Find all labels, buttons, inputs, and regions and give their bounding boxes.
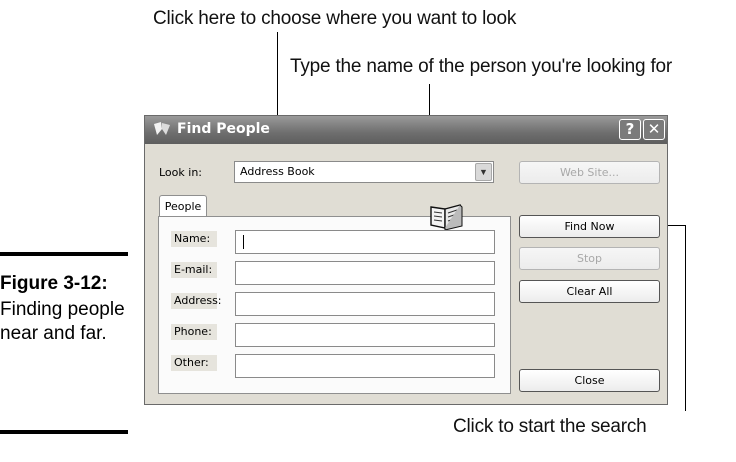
- title-bar[interactable]: Find People ? ✕: [145, 116, 667, 144]
- help-button[interactable]: ?: [619, 119, 641, 140]
- figure-number: Figure 3-12:: [0, 273, 108, 294]
- annotation-start-search: Click to start the search: [453, 416, 647, 437]
- close-button[interactable]: Close: [519, 369, 660, 392]
- dialog-title: Find People: [177, 121, 270, 137]
- stop-button[interactable]: Stop: [519, 247, 660, 270]
- look-in-label: Look in:: [159, 166, 202, 179]
- figure-rule-bottom: [0, 430, 128, 434]
- annotation-choose-where: Click here to choose where you want to l…: [153, 8, 517, 29]
- other-field[interactable]: [235, 354, 495, 378]
- open-book-icon[interactable]: [429, 202, 463, 230]
- chevron-down-icon[interactable]: ▼: [475, 163, 492, 181]
- name-label: Name:: [171, 231, 217, 247]
- address-label: Address:: [171, 293, 222, 309]
- email-label: E-mail:: [171, 262, 217, 278]
- annotation-type-name: Type the name of the person you're looki…: [290, 56, 673, 77]
- other-label: Other:: [171, 355, 217, 371]
- phone-label: Phone:: [171, 324, 217, 340]
- text-caret: [243, 235, 244, 249]
- find-people-dialog: Find People ? ✕ Look in: Address Book ▼ …: [144, 115, 668, 405]
- figure-rule-top: [0, 252, 128, 256]
- close-window-button[interactable]: ✕: [643, 119, 665, 140]
- look-in-value: Address Book: [240, 165, 315, 178]
- web-site-button[interactable]: Web Site...: [519, 161, 660, 184]
- look-in-dropdown[interactable]: Address Book ▼: [234, 161, 494, 183]
- figure-caption: Finding people near and far.: [0, 299, 125, 344]
- find-now-button[interactable]: Find Now: [519, 215, 660, 238]
- leader-line-start-search-v: [685, 225, 686, 411]
- phone-field[interactable]: [235, 323, 495, 347]
- email-field[interactable]: [235, 261, 495, 285]
- tab-people[interactable]: People: [159, 195, 207, 217]
- people-icon: [154, 122, 170, 135]
- address-field[interactable]: [235, 292, 495, 316]
- clear-all-button[interactable]: Clear All: [519, 280, 660, 303]
- people-panel: Name: E-mail: Address: Phone: Other:: [158, 216, 511, 394]
- name-field[interactable]: [235, 230, 495, 254]
